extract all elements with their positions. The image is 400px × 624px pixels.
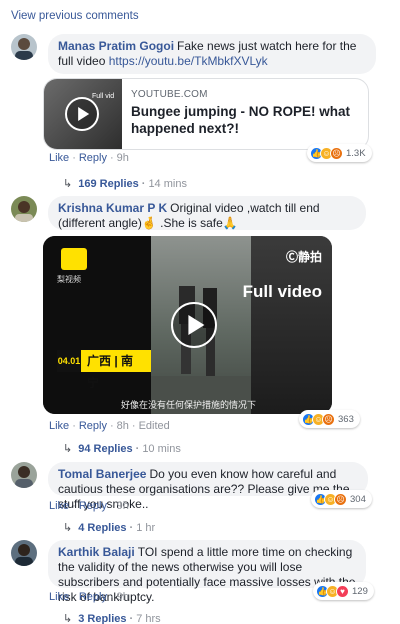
video-left-panel: 梨视频 广西 | 南宁 04.01 [43,236,151,414]
comment-actions: Like · Reply · 9h [49,591,129,603]
play-icon[interactable] [171,302,217,348]
thumbnail-label: Full vid [92,93,115,100]
view-replies-link[interactable]: ↳ 94 Replies · 10 mins [63,442,181,455]
replies-count[interactable]: 4 Replies [78,522,126,534]
link-preview-domain: YOUTUBE.COM [131,89,208,100]
reaction-count: 304 [350,493,366,505]
app-logo-icon [61,248,87,270]
comment-age[interactable]: 9h [117,591,129,603]
comment-actions: Like · Reply · 9h [49,152,129,164]
replies-age: 1 hr [136,522,156,534]
comment-bubble: Manas Pratim Gogoi Fake news just watch h… [48,34,376,74]
reaction-count: 363 [338,413,354,425]
video-subtitle: 好像在没有任何保护措施的情况下 [121,400,257,410]
comment-age[interactable]: 9h [117,152,129,164]
edited-label[interactable]: Edited [139,420,170,432]
comment-author[interactable]: Tomal Banerjee [58,467,146,481]
like-button[interactable]: Like [49,591,69,603]
link-preview-title[interactable]: Bungee jumping - NO ROPE! what happened … [131,103,361,137]
comment-4: Karthik Balaji TOI spend a little more ti… [11,540,391,624]
like-button[interactable]: Like [49,152,69,164]
reply-button[interactable]: Reply [79,420,107,432]
comment-author[interactable]: Karthik Balaji [58,545,135,559]
replies-count[interactable]: 94 Replies [78,443,132,455]
love-icon: ♥ [336,584,349,598]
location-number: 04.01 [57,350,81,372]
angry-icon: ☹ [334,492,347,506]
comment-age[interactable]: 8h [117,420,129,432]
reaction-count: 1.3K [346,147,366,159]
comment-actions: Like · Reply · 8h · Edited [49,420,170,432]
replies-count[interactable]: 3 Replies [78,613,126,624]
comment-link[interactable]: https://youtu.be/TkMbkfXVLyk [109,54,268,68]
play-icon[interactable] [65,97,99,131]
reply-arrow-icon: ↳ [63,522,73,534]
link-preview-card[interactable]: Full vid YOUTUBE.COM Bungee jumping - NO… [43,78,369,150]
replies-age: 14 mins [148,178,187,190]
comment-2: Krishna Kumar P K Original video ,watch t… [11,196,391,460]
like-button[interactable]: Like [49,420,69,432]
reaction-count: 129 [352,585,368,597]
view-replies-link[interactable]: ↳ 3 Replies · 7 hrs [63,612,161,624]
comment-author[interactable]: Krishna Kumar P K [58,201,167,215]
replies-age: 10 mins [142,443,181,455]
app-logo-text: 梨视频 [57,275,81,284]
view-replies-link[interactable]: ↳ 4 Replies · 1 hr [63,521,155,534]
angry-icon: ☹ [322,412,335,426]
link-preview-thumbnail: Full vid [44,79,122,149]
comment-3: Tomal Banerjee Do you even know how caref… [11,462,391,538]
replies-count[interactable]: 169 Replies [78,178,139,190]
avatar[interactable] [11,34,37,60]
comment-age[interactable]: 9h [117,500,129,512]
reply-arrow-icon: ↳ [63,443,73,455]
reaction-summary[interactable]: 👍 ☺ ☹ 1.3K [307,144,372,162]
comment-bubble: Krishna Kumar P K Original video ,watch t… [48,196,366,230]
comment-bubble: Karthik Balaji TOI spend a little more ti… [48,540,366,604]
comment-author[interactable]: Manas Pratim Gogoi [58,39,174,53]
reaction-summary[interactable]: 👍 ☺ ☹ 363 [299,410,360,428]
like-button[interactable]: Like [49,500,69,512]
video-attachment[interactable]: 梨视频 广西 | 南宁 04.01 Ⓒ静拍 Full video 好像在没有任何… [43,236,332,414]
reply-button[interactable]: Reply [79,152,107,164]
avatar[interactable] [11,196,37,222]
reply-arrow-icon: ↳ [63,178,73,190]
comment-actions: Like · Reply · 9h [49,500,129,512]
reaction-summary[interactable]: 👍 ☺ ♥ 129 [313,582,374,600]
reply-button[interactable]: Reply [79,500,107,512]
reply-button[interactable]: Reply [79,591,107,603]
angry-icon: ☹ [330,146,343,160]
video-overlay-text: Full video [242,282,322,301]
reply-arrow-icon: ↳ [63,613,73,624]
avatar[interactable] [11,540,37,566]
avatar[interactable] [11,462,37,488]
comment-1: Manas Pratim Gogoi Fake news just watch h… [11,34,391,194]
view-replies-link[interactable]: ↳ 169 Replies · 14 mins [63,177,187,190]
replies-age: 7 hrs [136,613,161,624]
video-brand: Ⓒ静拍 [285,250,322,264]
reaction-summary[interactable]: 👍 ☺ ☹ 304 [311,490,372,508]
view-previous-comments-link[interactable]: View previous comments [11,10,139,22]
